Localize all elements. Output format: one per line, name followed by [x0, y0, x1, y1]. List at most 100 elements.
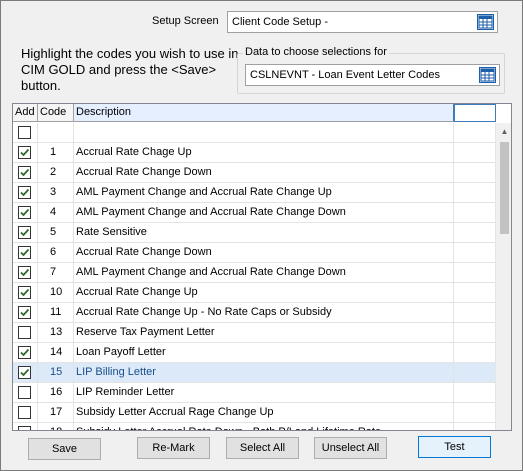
column-header-code[interactable]: Code	[38, 104, 74, 122]
add-checkbox[interactable]	[18, 266, 31, 279]
extra-cell	[454, 283, 495, 302]
table-row[interactable]: 13 Reserve Tax Payment Letter	[13, 323, 495, 343]
unselect-all-button[interactable]: Unselect All	[314, 437, 387, 459]
add-checkbox[interactable]	[18, 406, 31, 419]
add-cell	[13, 163, 38, 182]
add-checkbox[interactable]	[18, 326, 31, 339]
scrollbar-thumb[interactable]	[500, 142, 509, 234]
code-cell[interactable]: 14	[38, 343, 74, 362]
code-cell[interactable]: 11	[38, 303, 74, 322]
setup-screen-label: Setup Screen	[152, 15, 219, 27]
description-cell[interactable]: AML Payment Change and Accrual Rate Chan…	[74, 203, 454, 222]
table-row[interactable]: 7 AML Payment Change and Accrual Rate Cha…	[13, 263, 495, 283]
add-checkbox[interactable]	[18, 126, 31, 139]
data-selection-field[interactable]: CSLNEVNT - Loan Event Letter Codes	[245, 64, 500, 86]
grid-lookup-icon[interactable]	[477, 14, 494, 30]
test-button[interactable]: Test	[418, 436, 491, 458]
add-cell	[13, 323, 38, 342]
description-cell[interactable]: Accrual Rate Change Up	[74, 283, 454, 302]
table-row[interactable]: 16 LIP Reminder Letter	[13, 383, 495, 403]
table-row[interactable]	[13, 123, 495, 143]
setup-screen-field[interactable]: Client Code Setup -	[227, 11, 498, 33]
description-cell[interactable]	[74, 123, 454, 142]
checkmark-icon	[20, 148, 30, 157]
column-header-blank[interactable]	[454, 104, 496, 122]
add-cell	[13, 143, 38, 162]
description-cell[interactable]: LIP Billing Letter	[74, 363, 454, 382]
table-row[interactable]: 17 Subsidy Letter Accrual Rage Change Up	[13, 403, 495, 423]
column-header-add[interactable]: Add	[13, 104, 38, 122]
table-row[interactable]: 3 AML Payment Change and Accrual Rate Cha…	[13, 183, 495, 203]
description-cell[interactable]: Subsidy Letter Accrual Rate Down - Both …	[74, 423, 454, 430]
checkmark-icon	[20, 368, 30, 377]
table-row[interactable]: 5 Rate Sensitive	[13, 223, 495, 243]
code-cell[interactable]: 15	[38, 363, 74, 382]
code-cell[interactable]: 6	[38, 243, 74, 262]
code-cell[interactable]: 3	[38, 183, 74, 202]
description-cell[interactable]: Accrual Rate Change Down	[74, 243, 454, 262]
add-checkbox[interactable]	[18, 346, 31, 359]
add-checkbox[interactable]	[18, 186, 31, 199]
add-checkbox[interactable]	[18, 286, 31, 299]
extra-cell	[454, 423, 495, 430]
description-cell[interactable]: Loan Payoff Letter	[74, 343, 454, 362]
code-cell[interactable]: 17	[38, 403, 74, 422]
add-checkbox[interactable]	[18, 366, 31, 379]
description-cell[interactable]: AML Payment Change and Accrual Rate Chan…	[74, 183, 454, 202]
code-cell[interactable]: 13	[38, 323, 74, 342]
checkmark-icon	[20, 228, 30, 237]
code-cell[interactable]: 18	[38, 423, 74, 430]
add-checkbox[interactable]	[18, 426, 31, 430]
extra-cell	[454, 143, 495, 162]
extra-cell	[454, 383, 495, 402]
table-row[interactable]: 10 Accrual Rate Change Up	[13, 283, 495, 303]
scroll-up-arrow-icon[interactable]: ▲	[496, 123, 511, 140]
add-checkbox[interactable]	[18, 226, 31, 239]
table-row[interactable]: 14 Loan Payoff Letter	[13, 343, 495, 363]
code-cell[interactable]: 1	[38, 143, 74, 162]
checkmark-icon	[20, 308, 30, 317]
extra-cell	[454, 303, 495, 322]
add-checkbox[interactable]	[18, 246, 31, 259]
table-row[interactable]: 18Subsidy Letter Accrual Rate Down - Bot…	[13, 423, 495, 430]
description-cell[interactable]: Accrual Rate Change Down	[74, 163, 454, 182]
code-cell[interactable]: 4	[38, 203, 74, 222]
description-cell[interactable]: Subsidy Letter Accrual Rage Change Up	[74, 403, 454, 422]
code-cell[interactable]: 10	[38, 283, 74, 302]
description-cell[interactable]: Reserve Tax Payment Letter	[74, 323, 454, 342]
add-checkbox[interactable]	[18, 146, 31, 159]
grid-lookup-icon[interactable]	[479, 67, 496, 83]
extra-cell	[454, 183, 495, 202]
add-cell	[13, 303, 38, 322]
select-all-button[interactable]: Select All	[226, 437, 299, 459]
table-row[interactable]: 6 Accrual Rate Change Down	[13, 243, 495, 263]
add-checkbox[interactable]	[18, 386, 31, 399]
description-cell[interactable]: Rate Sensitive	[74, 223, 454, 242]
code-cell[interactable]: 5	[38, 223, 74, 242]
vertical-scrollbar[interactable]: ▲	[495, 123, 511, 430]
add-checkbox[interactable]	[18, 206, 31, 219]
checkmark-icon	[20, 248, 30, 257]
save-button[interactable]: Save	[28, 438, 101, 460]
add-checkbox[interactable]	[18, 166, 31, 179]
extra-cell	[454, 363, 495, 382]
code-cell[interactable]: 2	[38, 163, 74, 182]
code-cell[interactable]	[38, 123, 74, 142]
table-row[interactable]: 11 Accrual Rate Change Up - No Rate Caps …	[13, 303, 495, 323]
description-cell[interactable]: Accrual Rate Chage Up	[74, 143, 454, 162]
code-cell[interactable]: 7	[38, 263, 74, 282]
table-row[interactable]: 1 Accrual Rate Chage Up	[13, 143, 495, 163]
add-checkbox[interactable]	[18, 306, 31, 319]
description-cell[interactable]: LIP Reminder Letter	[74, 383, 454, 402]
column-header-description[interactable]: Description	[74, 104, 454, 122]
extra-cell	[454, 123, 495, 142]
extra-cell	[454, 243, 495, 262]
description-cell[interactable]: Accrual Rate Change Up - No Rate Caps or…	[74, 303, 454, 322]
table-row[interactable]: 2 Accrual Rate Change Down	[13, 163, 495, 183]
table-row[interactable]: 4 AML Payment Change and Accrual Rate Cha…	[13, 203, 495, 223]
remark-button[interactable]: Re-Mark	[137, 437, 210, 459]
description-cell[interactable]: AML Payment Change and Accrual Rate Chan…	[74, 263, 454, 282]
codes-grid[interactable]: Add Code Description 1 Accrual Rate Chage…	[12, 103, 512, 431]
table-row[interactable]: 15 LIP Billing Letter	[13, 363, 495, 383]
code-cell[interactable]: 16	[38, 383, 74, 402]
